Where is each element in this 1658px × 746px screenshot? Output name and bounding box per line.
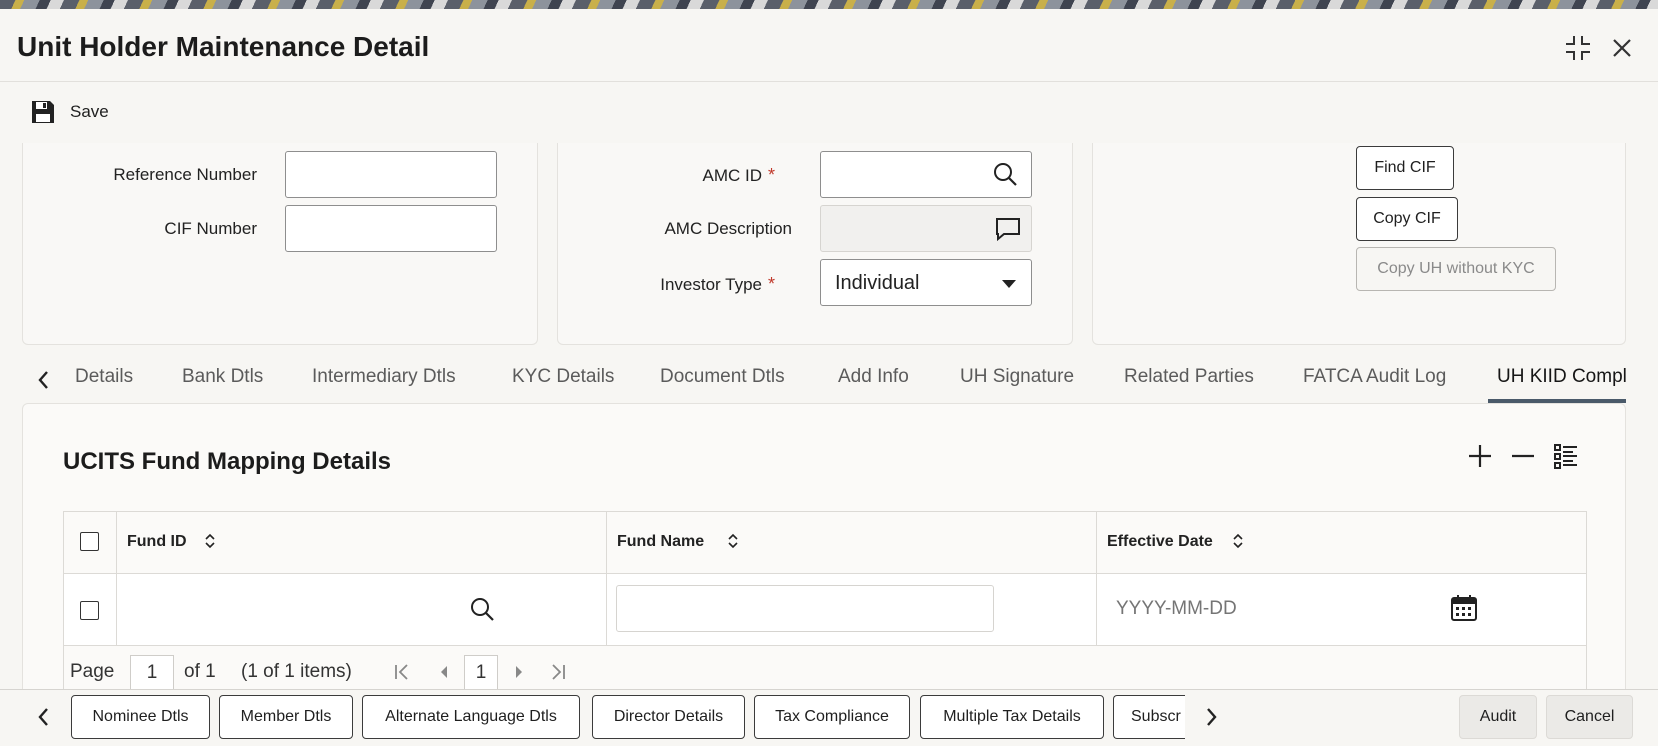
cif-number-input[interactable] [285, 205, 497, 252]
tab-kyc-details[interactable]: KYC Details [512, 366, 614, 388]
fund-name-input[interactable] [616, 585, 994, 632]
tab-intermediary-dtls[interactable]: Intermediary Dtls [312, 366, 456, 388]
reference-number-input[interactable] [285, 151, 497, 198]
investor-type-value: Individual [835, 272, 920, 294]
copy-uh-without-kyc-button[interactable]: Copy UH without KYC [1356, 247, 1556, 291]
copy-cif-button[interactable]: Copy CIF [1356, 197, 1458, 241]
page-number-input[interactable]: 1 [130, 655, 174, 691]
reference-number-label: Reference Number [113, 165, 257, 184]
chevron-down-icon [1002, 280, 1016, 288]
minimize-icon[interactable] [1563, 33, 1593, 63]
column-divider [116, 574, 117, 646]
items-count-label: (1 of 1 items) [241, 661, 352, 682]
multiple-tax-details-button[interactable]: Multiple Tax Details [920, 695, 1104, 739]
cif-number-label: CIF Number [164, 219, 257, 238]
save-button[interactable]: Save [30, 99, 109, 125]
previous-page-icon[interactable] [439, 663, 449, 687]
fund-id-input[interactable] [124, 586, 454, 632]
tab-add-info[interactable]: Add Info [838, 366, 909, 388]
header-banner [0, 0, 1658, 9]
member-dtls-button[interactable]: Member Dtls [219, 695, 353, 739]
footer-scroll-left-icon[interactable] [36, 706, 50, 733]
amc-id-label-text: AMC ID [702, 166, 762, 185]
close-icon[interactable] [1607, 33, 1637, 63]
director-details-button[interactable]: Director Details [592, 695, 745, 739]
next-page-icon[interactable] [514, 663, 524, 687]
list-view-icon[interactable] [1552, 442, 1580, 475]
row-checkbox[interactable] [80, 601, 99, 620]
effective-date-input[interactable] [1106, 586, 1396, 632]
investor-type-select[interactable]: Individual [820, 259, 1032, 306]
search-icon[interactable] [469, 596, 495, 627]
table-row [64, 574, 1586, 646]
add-row-icon[interactable] [1466, 442, 1494, 475]
search-icon[interactable] [992, 161, 1018, 192]
first-page-icon[interactable] [394, 663, 410, 687]
subscription-button[interactable]: Subscr [1113, 695, 1185, 739]
amc-description-label: AMC Description [664, 219, 792, 238]
nominee-dtls-button[interactable]: Nominee Dtls [71, 695, 210, 739]
footer-scroll-right-icon[interactable] [1205, 706, 1219, 733]
find-cif-button[interactable]: Find CIF [1356, 146, 1454, 190]
comment-icon[interactable] [995, 217, 1021, 246]
investor-type-label-text: Investor Type [660, 275, 762, 294]
cif-actions-panel: Find CIF Copy CIF Copy UH without KYC [1092, 143, 1626, 345]
reference-panel: Reference Number CIF Number [22, 143, 538, 345]
delete-row-icon[interactable] [1509, 442, 1537, 475]
calendar-icon[interactable] [1450, 594, 1478, 627]
select-all-checkbox[interactable] [80, 532, 99, 551]
page-label: Page [70, 661, 115, 682]
column-divider [606, 574, 607, 646]
section-title: UCITS Fund Mapping Details [63, 448, 391, 475]
cancel-button[interactable]: Cancel [1546, 695, 1633, 739]
footer-bar: Nominee Dtls Member Dtls Alternate Langu… [0, 689, 1658, 746]
toolbar: Save [0, 83, 1658, 141]
grid-header: Fund ID Fund Name Effective Date [64, 512, 1586, 574]
required-mark: * [767, 165, 775, 185]
tab-related-parties[interactable]: Related Parties [1124, 366, 1254, 388]
current-page-button[interactable]: 1 [464, 655, 498, 691]
tax-compliance-button[interactable]: Tax Compliance [754, 695, 910, 739]
required-mark: * [767, 274, 775, 294]
tab-uh-signature[interactable]: UH Signature [960, 366, 1074, 388]
save-icon [32, 101, 54, 123]
column-divider [1096, 512, 1097, 574]
column-header-fund-id[interactable]: Fund ID [127, 533, 187, 551]
column-header-effective-date[interactable]: Effective Date [1107, 533, 1213, 551]
alternate-language-dtls-button[interactable]: Alternate Language Dtls [362, 695, 580, 739]
page-title: Unit Holder Maintenance Detail [17, 31, 430, 62]
sort-icon[interactable] [1232, 532, 1244, 555]
tab-bank-dtls[interactable]: Bank Dtls [182, 366, 263, 388]
amc-panel: AMC ID * AMC Description Investor Type * I… [557, 143, 1073, 345]
column-divider [1096, 574, 1097, 646]
title-bar: Unit Holder Maintenance Detail [0, 9, 1658, 82]
amc-id-label: AMC ID * [558, 165, 775, 186]
last-page-icon[interactable] [550, 663, 566, 687]
tab-fatca-audit-log[interactable]: FATCA Audit Log [1303, 366, 1446, 388]
sort-icon[interactable] [204, 532, 216, 555]
tab-strip: Details Bank Dtls Intermediary Dtls KYC … [0, 355, 1658, 403]
page-of-label: of 1 [184, 661, 216, 682]
column-divider [606, 512, 607, 574]
column-divider [116, 512, 117, 574]
column-header-fund-name[interactable]: Fund Name [617, 533, 704, 551]
tab-document-dtls[interactable]: Document Dtls [660, 366, 785, 388]
tab-uh-kiid-compl[interactable]: UH KIID Compl [1497, 366, 1626, 388]
sort-icon[interactable] [727, 532, 739, 555]
tab-scroll-left-icon[interactable] [36, 369, 50, 396]
ucits-fund-mapping-section: UCITS Fund Mapping Details Fund ID Fund … [22, 403, 1626, 702]
investor-type-label: Investor Type * [558, 274, 775, 295]
audit-button[interactable]: Audit [1459, 695, 1537, 739]
tab-details[interactable]: Details [75, 366, 133, 388]
save-label: Save [70, 102, 109, 121]
fund-mapping-grid: Fund ID Fund Name Effective Date YYYY-MM… [63, 511, 1587, 702]
